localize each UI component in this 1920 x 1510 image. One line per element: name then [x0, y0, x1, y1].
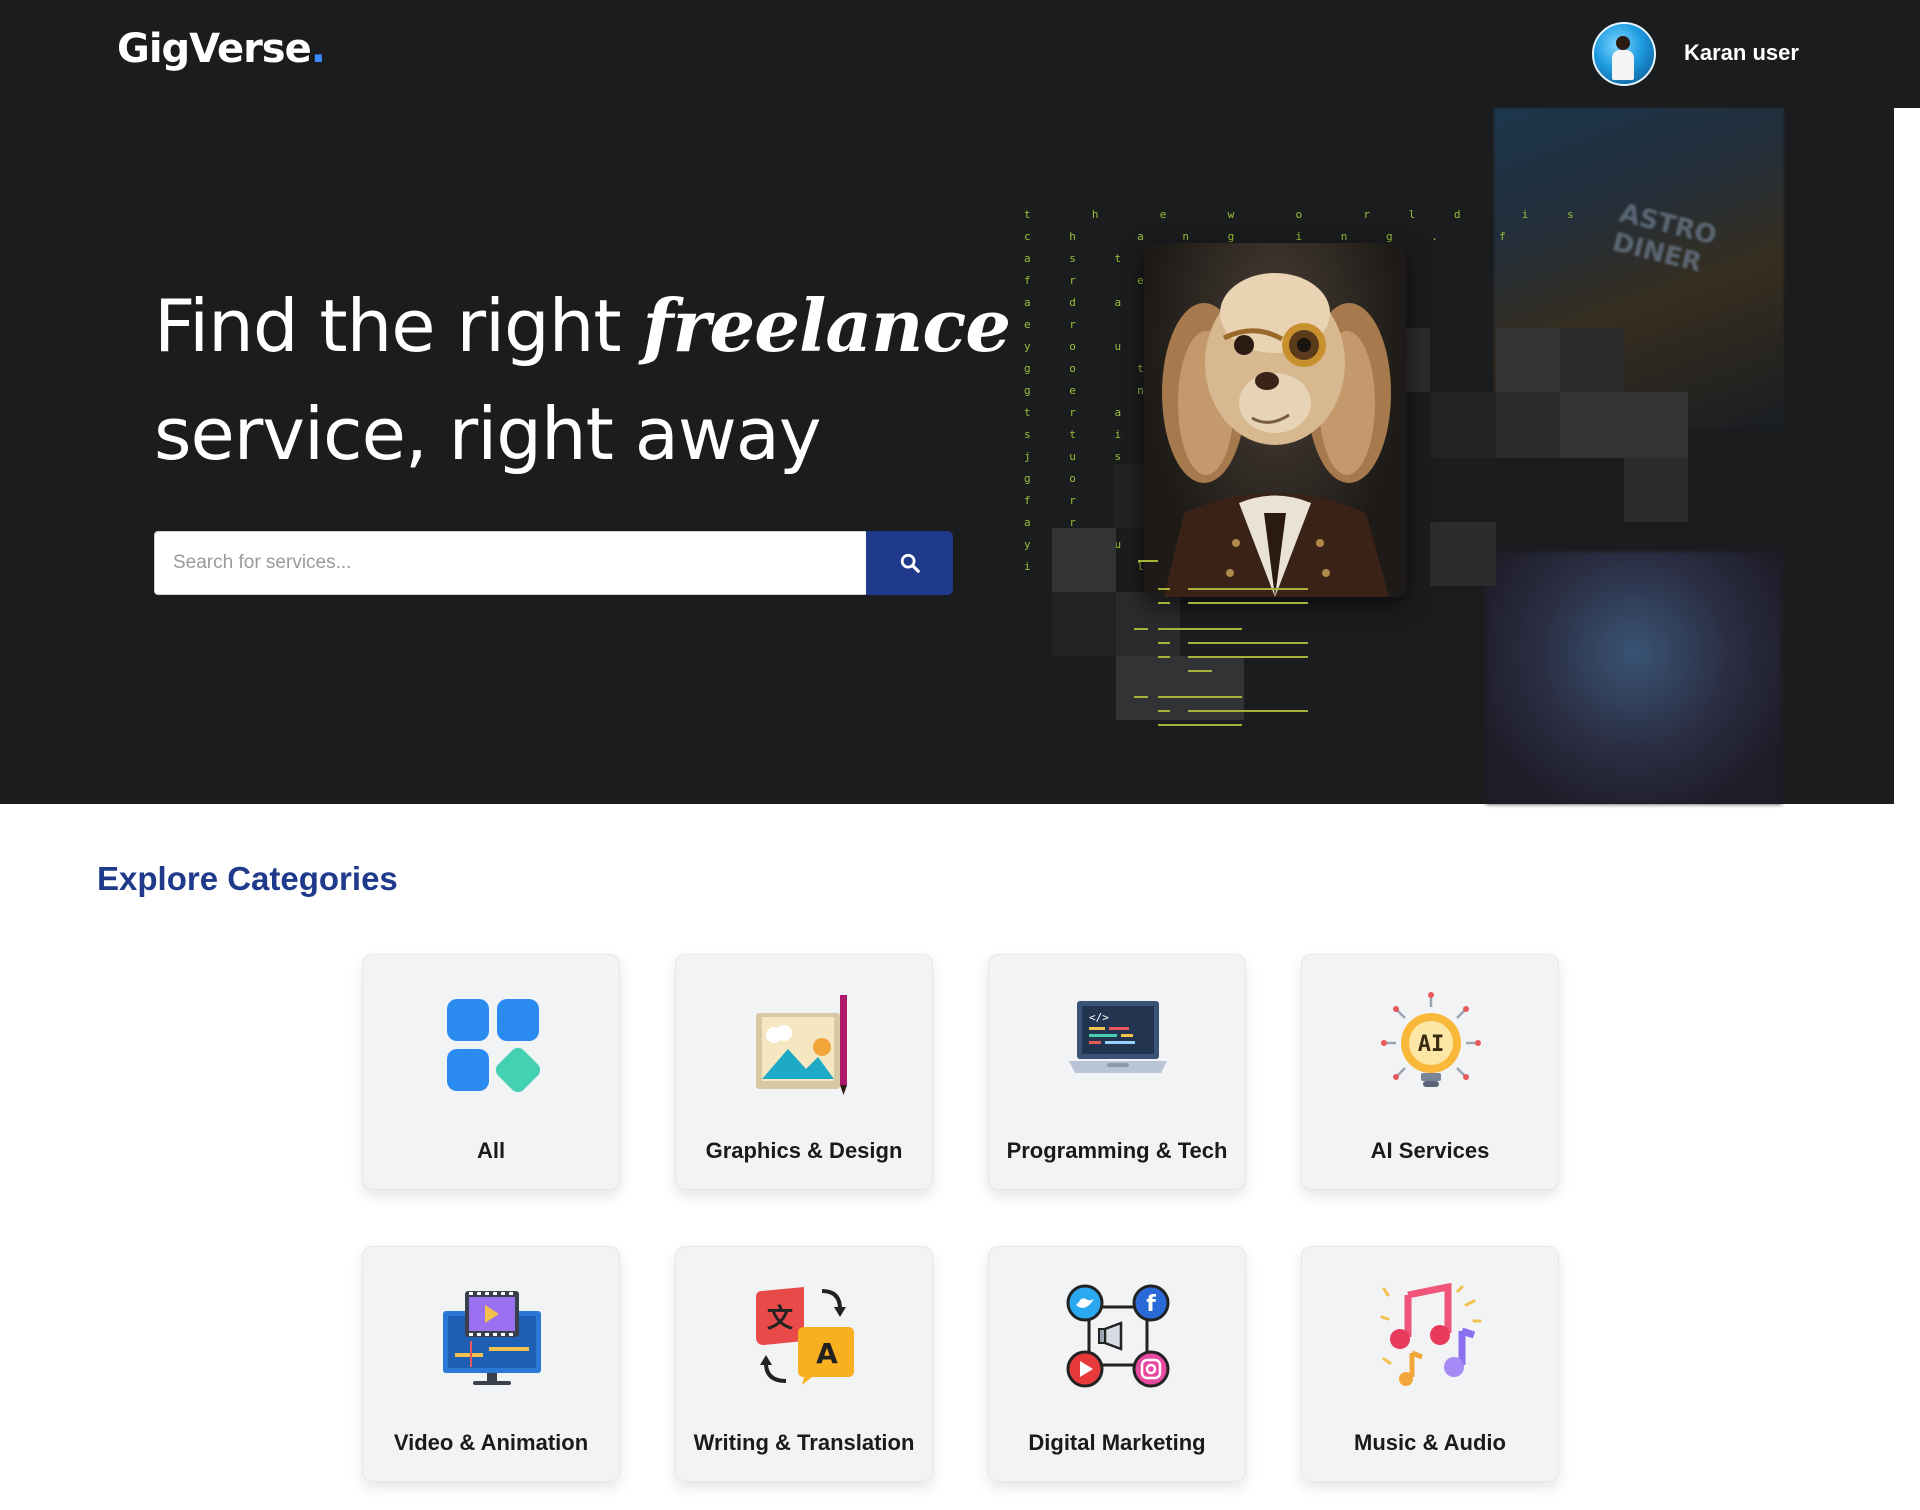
- laptop-code-icon: </>: [1069, 1001, 1167, 1073]
- category-card-graphics-design[interactable]: Graphics & Design: [675, 954, 933, 1190]
- video-editor-icon: [443, 1291, 541, 1385]
- neon-sign: ASTRO DINER: [1609, 198, 1720, 279]
- category-label: Video & Animation: [393, 1430, 589, 1455]
- svg-text:</>: </>: [1089, 1011, 1109, 1024]
- category-label: AI Services: [1370, 1138, 1490, 1163]
- categories-title: Explore Categories: [97, 860, 398, 897]
- logo-dot: .: [310, 26, 326, 72]
- category-card-writing-translation[interactable]: 文 A Writing & Translation: [675, 1246, 933, 1482]
- headline-text-start: Find the right: [154, 284, 643, 368]
- headline-italic-word: freelance: [642, 283, 1012, 368]
- category-card-all[interactable]: All: [362, 954, 620, 1190]
- category-card-programming-tech[interactable]: </> Programming & Tech: [988, 954, 1246, 1190]
- logo-text: GigVerse: [117, 26, 312, 72]
- hero-artwork: ASTRO DINER t h e w o r l d i s c h a n …: [1010, 108, 1894, 804]
- avatar[interactable]: [1592, 22, 1656, 86]
- header-strip: [1894, 0, 1920, 108]
- search-input[interactable]: [154, 531, 867, 595]
- logo[interactable]: GigVerse.: [117, 26, 326, 72]
- ai-bulb-icon: AI: [1381, 992, 1481, 1087]
- social-media-icon: f: [1066, 1284, 1170, 1388]
- category-card-ai-services[interactable]: AI AI Services: [1301, 954, 1559, 1190]
- svg-text:文: 文: [767, 1303, 794, 1334]
- category-card-music-audio[interactable]: Music & Audio: [1301, 1246, 1559, 1482]
- category-card-video-animation[interactable]: Video & Animation: [362, 1246, 620, 1482]
- picture-pen-icon: [756, 995, 847, 1095]
- user-name[interactable]: Karan user: [1684, 40, 1799, 66]
- svg-text:AI: AI: [1418, 1032, 1445, 1057]
- hero-headline: Find the right freelance service, right …: [154, 272, 1034, 488]
- svg-text:A: A: [816, 1337, 838, 1370]
- category-card-digital-marketing[interactable]: f Digital Marketing: [988, 1246, 1246, 1482]
- search-button[interactable]: [866, 531, 953, 595]
- category-label: Programming & Tech: [1006, 1138, 1228, 1163]
- translate-icon: 文 A: [756, 1287, 854, 1385]
- dog-portrait: [1144, 243, 1406, 597]
- category-label: Graphics & Design: [705, 1138, 903, 1163]
- search-icon: [900, 553, 920, 573]
- headline-text-line2: service, right away: [154, 392, 821, 476]
- category-label: Music & Audio: [1354, 1430, 1506, 1455]
- category-label: Writing & Translation: [693, 1430, 915, 1455]
- grid-icon: [447, 999, 541, 1093]
- svg-text:f: f: [1146, 1292, 1156, 1317]
- category-label: All: [476, 1138, 506, 1163]
- category-label: Digital Marketing: [1028, 1430, 1206, 1455]
- music-notes-icon: [1380, 1283, 1482, 1386]
- cloud-photo: [1486, 552, 1782, 804]
